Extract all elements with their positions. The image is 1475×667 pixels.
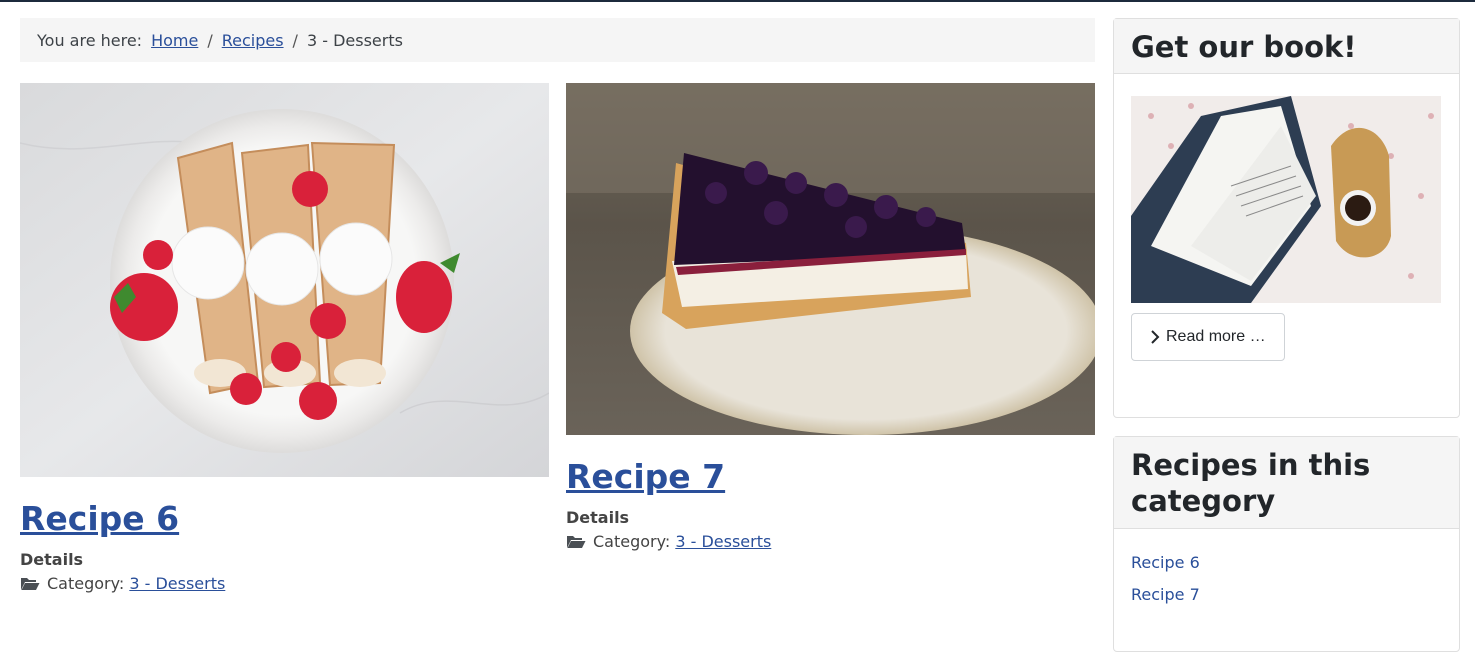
recipe-7-details-label: Details: [566, 508, 630, 528]
breadcrumb-home-link[interactable]: Home: [151, 31, 198, 50]
category-recipes-card: Recipes in this category Recipe 6 Recipe…: [1113, 436, 1460, 652]
recipe-7-title-link[interactable]: Recipe 7: [566, 457, 725, 496]
recipe-6-image-link[interactable]: [20, 83, 549, 481]
breadcrumb-current: 3 - Desserts: [306, 30, 403, 50]
category-recipes-list: Recipe 6 Recipe 7: [1131, 553, 1442, 604]
recipe-6-title-link[interactable]: Recipe 6: [20, 499, 179, 538]
category-recipes-body: Recipe 6 Recipe 7: [1114, 529, 1459, 641]
folder-open-icon: [21, 578, 40, 591]
read-more-button[interactable]: Read more …: [1131, 313, 1285, 362]
recipe-7-image-link[interactable]: [566, 83, 1095, 439]
recipe-7-category-label: Category:: [593, 532, 671, 552]
book-card: Get our book! Read more …: [1113, 18, 1460, 418]
category-recipe-7-link[interactable]: Recipe 7: [1131, 585, 1200, 604]
article-card-recipe-7: Recipe 7 Details Category: 3 - Desserts: [566, 83, 1095, 551]
crepes-image: [20, 83, 549, 477]
book-image: [1131, 96, 1441, 304]
recipe-6-category-label: Category:: [47, 574, 125, 594]
category-recipes-title: Recipes in this category: [1131, 448, 1371, 519]
book-card-body: Read more …: [1114, 74, 1459, 383]
cheesecake-image: [566, 83, 1095, 435]
recipe-7-category: Category: 3 - Desserts: [566, 532, 1095, 551]
breadcrumb-separator: /: [207, 30, 213, 50]
list-item: Recipe 7: [1131, 585, 1442, 604]
book-card-title: Get our book!: [1131, 30, 1357, 64]
article-card-recipe-6: Recipe 6 Details Category: 3 - Desserts: [20, 83, 549, 593]
category-recipe-6-link[interactable]: Recipe 6: [1131, 553, 1200, 572]
category-recipes-header: Recipes in this category: [1114, 437, 1459, 529]
recipe-7-title: Recipe 7: [566, 457, 1095, 496]
recipe-6-title: Recipe 6: [20, 499, 549, 538]
recipe-6-category: Category: 3 - Desserts: [20, 574, 549, 593]
folder-open-icon: [567, 536, 586, 549]
book-card-header: Get our book!: [1114, 19, 1459, 75]
breadcrumb-prefix: You are here:: [37, 30, 143, 50]
chevron-right-icon: [1151, 330, 1160, 344]
top-border: [0, 0, 1475, 2]
list-item: Recipe 6: [1131, 553, 1442, 572]
recipe-6-category-link[interactable]: 3 - Desserts: [129, 574, 225, 593]
read-more-label: Read more …: [1166, 328, 1266, 346]
recipe-7-category-link[interactable]: 3 - Desserts: [675, 532, 771, 551]
breadcrumb-recipes-link[interactable]: Recipes: [222, 31, 284, 50]
recipe-6-details-label: Details: [20, 550, 84, 570]
breadcrumb-separator: /: [292, 30, 298, 50]
breadcrumb: You are here: Home / Recipes / 3 - Desse…: [20, 18, 1095, 62]
